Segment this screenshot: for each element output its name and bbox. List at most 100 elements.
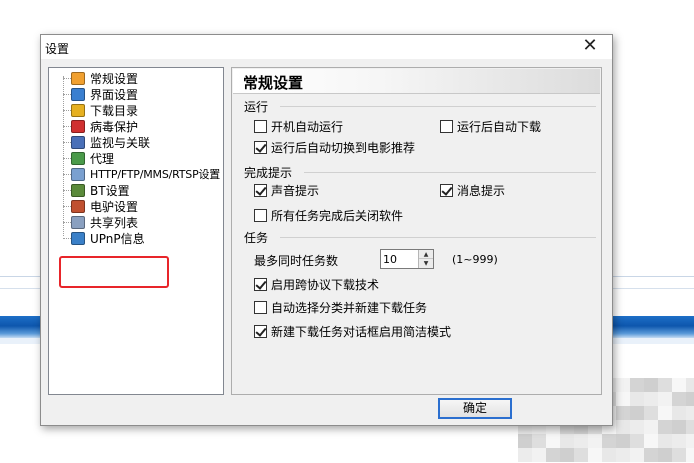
tree-item[interactable]: 界面设置 <box>71 86 138 102</box>
blur-pixel <box>630 448 644 462</box>
blur-pixel <box>672 392 686 406</box>
blur-pixel <box>672 420 686 434</box>
dialog-title: 设置 <box>45 42 70 56</box>
blur-pixel <box>644 448 658 462</box>
tree-item[interactable]: 共享列表 <box>71 214 138 230</box>
group-label-notify: 完成提示 <box>244 166 293 180</box>
auto-start-label: 开机自动运行 <box>271 120 344 134</box>
blur-pixel <box>686 378 694 392</box>
cross-protocol-checkbox[interactable]: 启用跨协议下载技术 <box>254 276 379 293</box>
settings-category-tree: 常规设置 界面设置 下载目录 病毒保护 监视与关联 代理 HTTP/FTP/MMS/RTSP… <box>48 67 224 395</box>
auto-download-checkbox-box[interactable] <box>440 120 453 133</box>
blur-pixel <box>686 434 694 448</box>
stepper-up-icon[interactable]: ▲ <box>419 250 433 259</box>
movie-recommend-checkbox[interactable]: 运行后自动切换到电影推荐 <box>254 139 415 156</box>
tree-item[interactable]: 监视与关联 <box>71 134 150 150</box>
group-label-task: 任务 <box>244 231 269 245</box>
sound-notify-checkbox[interactable]: 声音提示 <box>254 182 319 199</box>
blur-pixel <box>616 392 630 406</box>
auto-start-checkbox[interactable]: 开机自动运行 <box>254 118 343 135</box>
auto-category-checkbox-box[interactable] <box>254 301 267 314</box>
tree-item[interactable]: 下载目录 <box>71 102 138 118</box>
blur-pixel <box>644 406 658 420</box>
close-icon[interactable]: ✕ <box>580 36 600 56</box>
highlight-annotation <box>59 256 169 288</box>
dialog-titlebar: 设置 ✕ <box>41 35 612 59</box>
tree-connector <box>63 94 71 95</box>
tree-item-label: 监视与关联 <box>90 135 151 150</box>
virus-protection-icon <box>71 119 85 133</box>
panel-title: 常规设置 <box>243 74 304 92</box>
tree-item[interactable]: BT设置 <box>71 182 130 198</box>
tree-item-label: 下载目录 <box>90 103 139 118</box>
blur-pixel <box>546 434 560 448</box>
share-list-icon <box>71 215 85 229</box>
message-notify-checkbox-box[interactable] <box>440 184 453 197</box>
blur-pixel <box>644 392 658 406</box>
tree-item-label: BT设置 <box>90 183 130 198</box>
blur-pixel <box>658 378 672 392</box>
http-settings-icon <box>71 167 85 181</box>
blur-pixel <box>672 448 686 462</box>
stepper-down-icon[interactable]: ▼ <box>419 259 433 268</box>
sound-notify-label: 声音提示 <box>271 184 320 198</box>
tree-item[interactable]: 常规设置 <box>71 70 138 86</box>
tree-connector <box>63 174 71 175</box>
tree-item[interactable]: UPnP信息 <box>71 230 145 246</box>
tree-item[interactable]: 病毒保护 <box>71 118 138 134</box>
blur-pixel <box>672 378 686 392</box>
message-notify-checkbox[interactable]: 消息提示 <box>440 182 505 199</box>
cross-protocol-label: 启用跨协议下载技术 <box>271 278 380 292</box>
blur-pixel <box>574 434 588 448</box>
blur-pixel <box>588 448 602 462</box>
max-tasks-stepper[interactable]: ▲ ▼ <box>380 249 434 269</box>
simple-mode-checkbox[interactable]: 新建下载任务对话框启用简洁模式 <box>254 323 451 340</box>
blur-pixel <box>518 434 532 448</box>
group-label-run: 运行 <box>244 100 269 114</box>
blur-pixel <box>686 448 694 462</box>
simple-mode-checkbox-box[interactable] <box>254 325 267 338</box>
emule-settings-icon <box>71 199 85 213</box>
blur-pixel <box>644 378 658 392</box>
auto-category-label: 自动选择分类并新建下载任务 <box>271 301 428 315</box>
ok-button[interactable]: 确定 <box>438 398 512 419</box>
blur-pixel <box>658 406 672 420</box>
cross-protocol-checkbox-box[interactable] <box>254 278 267 291</box>
auto-download-label: 运行后自动下载 <box>457 120 542 134</box>
blur-pixel <box>658 420 672 434</box>
blur-pixel <box>616 378 630 392</box>
tree-item[interactable]: 电驴设置 <box>71 198 138 214</box>
blur-pixel <box>588 434 602 448</box>
max-tasks-input[interactable] <box>383 251 417 267</box>
blur-pixel <box>672 406 686 420</box>
tree-connector <box>63 78 71 79</box>
blur-pixel <box>658 392 672 406</box>
movie-recommend-checkbox-box[interactable] <box>254 141 267 154</box>
close-after-done-checkbox[interactable]: 所有任务完成后关闭软件 <box>254 207 403 224</box>
group-divider <box>280 106 596 107</box>
auto-start-checkbox-box[interactable] <box>254 120 267 133</box>
tree-item[interactable]: 代理 <box>71 150 114 166</box>
interface-settings-icon <box>71 87 85 101</box>
proxy-icon <box>71 151 85 165</box>
close-after-done-label: 所有任务完成后关闭软件 <box>271 209 404 223</box>
sound-notify-checkbox-box[interactable] <box>254 184 267 197</box>
blur-pixel <box>616 420 630 434</box>
blur-pixel <box>630 406 644 420</box>
blur-pixel <box>686 420 694 434</box>
tree-item-label: 界面设置 <box>90 87 139 102</box>
blur-pixel <box>616 448 630 462</box>
auto-category-checkbox[interactable]: 自动选择分类并新建下载任务 <box>254 299 427 316</box>
blur-pixel <box>630 378 644 392</box>
blur-pixel <box>616 406 630 420</box>
blur-pixel <box>602 434 616 448</box>
tree-connector <box>63 158 71 159</box>
tree-item[interactable]: HTTP/FTP/MMS/RTSP设置 <box>71 166 220 182</box>
tree-item-label: UPnP信息 <box>90 231 145 246</box>
auto-download-checkbox[interactable]: 运行后自动下载 <box>440 118 541 135</box>
tree-item-label: 电驴设置 <box>90 199 139 214</box>
blur-pixel <box>672 434 686 448</box>
monitor-icon <box>71 135 85 149</box>
tree-item-label: 常规设置 <box>90 71 139 86</box>
close-after-done-checkbox-box[interactable] <box>254 209 267 222</box>
